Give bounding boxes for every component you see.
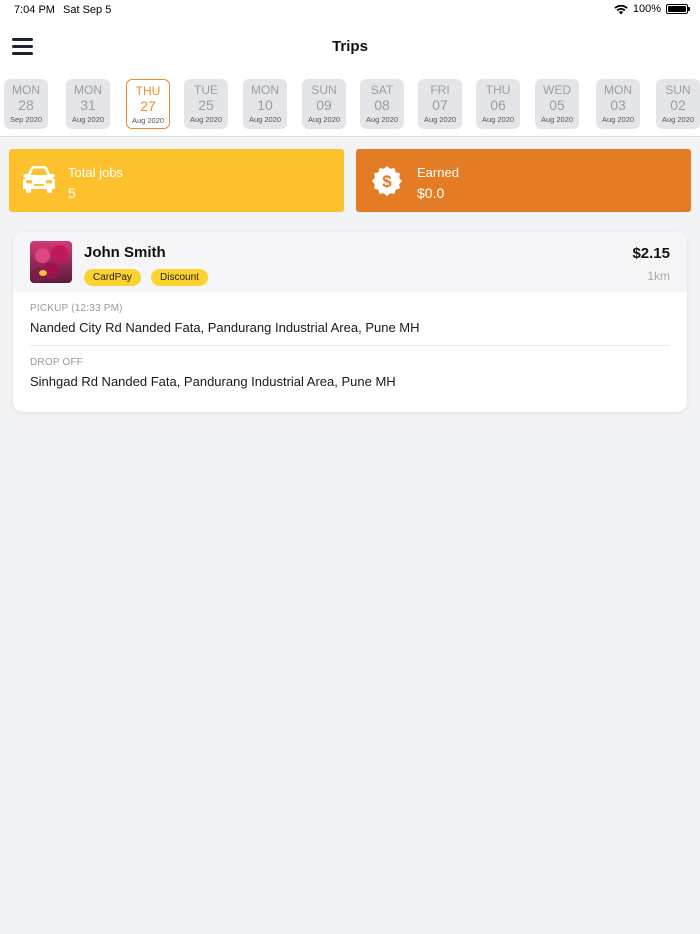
status-right: 100%: [614, 3, 690, 15]
dropoff-address: Sinhgad Rd Nanded Fata, Pandurang Indust…: [30, 374, 396, 389]
date-chip-number: 31: [80, 97, 96, 113]
date-chip-number: 09: [316, 97, 332, 113]
battery-icon: [666, 4, 690, 14]
date-chip[interactable]: MON 10 Aug 2020: [243, 79, 287, 129]
earned-card: $ Earned $0.0: [356, 149, 691, 212]
dropoff-label: DROP OFF: [30, 357, 84, 368]
trip-distance: 1km: [647, 269, 670, 283]
date-chip-number: 06: [490, 97, 506, 113]
date-chip-month: Aug 2020: [661, 115, 695, 124]
date-chip-month: Aug 2020: [601, 115, 635, 124]
date-chip[interactable]: WED 05 Aug 2020: [535, 79, 579, 129]
date-chip[interactable]: THU 06 Aug 2020: [476, 79, 520, 129]
date-chip-number: 05: [549, 97, 565, 113]
top-area: 7:04 PM Sat Sep 5 100% Trips MON 28 Sep 20…: [0, 0, 700, 137]
earned-value: $0.0: [417, 185, 445, 201]
trip-card-header: John Smith CardPay Discount $2.15 1km: [13, 232, 687, 292]
date-chip-number: 08: [374, 97, 390, 113]
date-chip[interactable]: MON 31 Aug 2020: [66, 79, 110, 129]
date-chip-day: MON: [604, 83, 632, 97]
avatar: [30, 241, 72, 283]
divider: [0, 136, 700, 137]
date-chip[interactable]: SUN 09 Aug 2020: [302, 79, 346, 129]
pickup-label: PICKUP (12:33 PM): [30, 303, 123, 314]
status-date: Sat Sep 5: [63, 4, 112, 16]
payment-tag: CardPay: [84, 269, 141, 286]
date-chip[interactable]: THU 27 Aug 2020: [126, 79, 170, 129]
date-chip-month: Aug 2020: [71, 115, 105, 124]
date-chip-day: MON: [12, 83, 40, 97]
car-icon: [23, 166, 55, 193]
trip-fare: $2.15: [632, 245, 670, 262]
status-bar: 7:04 PM Sat Sep 5 100%: [0, 0, 700, 22]
total-jobs-label: Total jobs: [68, 165, 123, 180]
divider: [30, 345, 670, 346]
earned-label: Earned: [417, 165, 459, 180]
date-chip-day: FRI: [430, 83, 450, 97]
date-chip-number: 10: [257, 97, 273, 113]
date-chip-day: MON: [74, 83, 102, 97]
date-chip-number: 27: [140, 98, 156, 114]
date-chip-month: Sep 2020: [9, 115, 43, 124]
pickup-address: Nanded City Rd Nanded Fata, Pandurang In…: [30, 320, 420, 335]
passenger-name: John Smith: [84, 244, 166, 261]
date-chip-number: 25: [198, 97, 214, 113]
date-chip[interactable]: SUN 02 Aug 2020: [656, 79, 700, 129]
date-chip[interactable]: TUE 25 Aug 2020: [184, 79, 228, 129]
date-chip-number: 07: [432, 97, 448, 113]
date-chip-month: Aug 2020: [307, 115, 341, 124]
date-chip-day: MON: [251, 83, 279, 97]
date-strip[interactable]: MON 28 Sep 2020 MON 31 Aug 2020 THU 27 Aug 2020 T…: [0, 78, 700, 132]
date-chip-month: Aug 2020: [248, 115, 282, 124]
date-chip-day: WED: [543, 83, 571, 97]
date-chip[interactable]: MON 03 Aug 2020: [596, 79, 640, 129]
trip-card[interactable]: John Smith CardPay Discount $2.15 1km PI…: [13, 232, 687, 412]
date-chip-day: THU: [135, 84, 161, 98]
date-chip[interactable]: SAT 08 Aug 2020: [360, 79, 404, 129]
date-chip-number: 28: [18, 97, 34, 113]
date-chip-day: TUE: [194, 83, 218, 97]
date-chip-month: Aug 2020: [540, 115, 574, 124]
total-jobs-card: Total jobs 5: [9, 149, 344, 212]
page-title: Trips: [332, 38, 368, 55]
date-chip-month: Aug 2020: [481, 115, 515, 124]
date-chip-month: Aug 2020: [423, 115, 457, 124]
date-chip-day: SUN: [311, 83, 337, 97]
dollar-badge-icon: $: [372, 166, 402, 196]
date-chip-month: Aug 2020: [131, 116, 165, 125]
date-chip-day: SAT: [370, 83, 394, 97]
date-chip-number: 03: [610, 97, 626, 113]
discount-tag: Discount: [151, 269, 208, 286]
date-chip-month: Aug 2020: [189, 115, 223, 124]
date-chip[interactable]: MON 28 Sep 2020: [4, 79, 48, 129]
battery-percent: 100%: [632, 3, 661, 15]
wifi-icon: [614, 4, 628, 14]
svg-text:$: $: [382, 172, 392, 191]
status-time: 7:04 PM: [14, 4, 55, 16]
date-chip[interactable]: FRI 07 Aug 2020: [418, 79, 462, 129]
date-chip-month: Aug 2020: [365, 115, 399, 124]
date-chip-day: THU: [485, 83, 511, 97]
date-chip-number: 02: [670, 97, 686, 113]
date-chip-day: SUN: [665, 83, 691, 97]
total-jobs-value: 5: [68, 185, 76, 201]
